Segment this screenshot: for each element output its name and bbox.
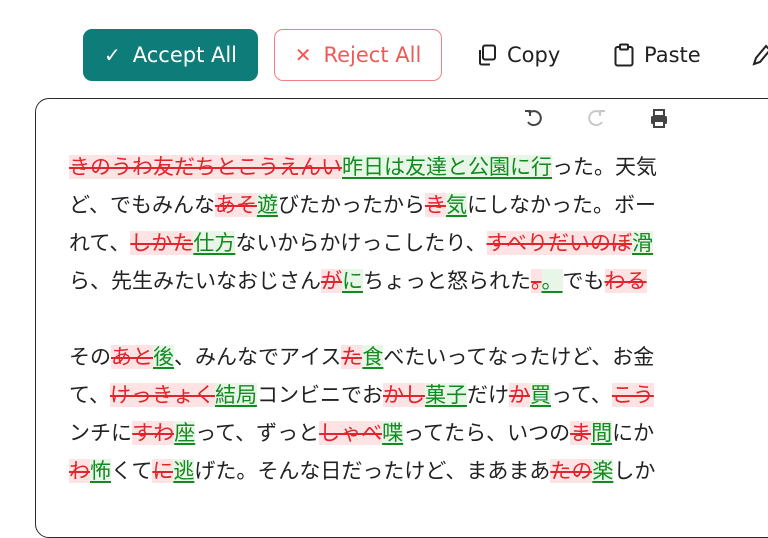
redo-icon [588, 110, 605, 127]
edit-button[interactable] [752, 29, 768, 81]
text-run: にか [612, 421, 655, 445]
check-icon: ✓ [103, 43, 121, 67]
text-run: ンチに [69, 421, 133, 445]
text-run: ってたら、いつの [403, 421, 571, 445]
text-run: げた。そんな日だったけど、まあまあ [194, 459, 551, 483]
undo-icon [525, 110, 542, 127]
insertion[interactable]: 仕方 [193, 231, 236, 255]
text-run: にしなかった。ボー [466, 193, 656, 217]
text-run: って、 [550, 383, 612, 407]
insertion[interactable]: 後 [153, 345, 174, 369]
deletion[interactable]: あそ [214, 193, 257, 217]
insertion[interactable]: 怖 [90, 459, 111, 483]
text-line: ど、でもみんなあそ遊びたかったからき気にしなかった。ボー [69, 186, 768, 224]
insertion[interactable]: 食 [362, 345, 384, 369]
insertion[interactable]: 買 [529, 383, 551, 407]
insertion[interactable]: 楽 [592, 459, 614, 483]
pencil-icon [752, 44, 768, 66]
text-run: しか [613, 459, 656, 483]
text-run: ちょっと怒られた [363, 269, 531, 293]
accept-all-button[interactable]: ✓ Accept All [83, 29, 258, 81]
deletion[interactable]: に [152, 459, 174, 483]
insertion[interactable]: 菓子 [424, 383, 467, 407]
insertion[interactable]: に [342, 269, 363, 293]
reject-all-button[interactable]: ✕ Reject All [274, 29, 442, 81]
clipboard-icon [614, 43, 634, 67]
deletion[interactable]: けっきょく [109, 383, 215, 407]
insertion[interactable]: 逃 [173, 459, 195, 483]
text-run: でも [562, 269, 605, 293]
insertion[interactable]: 。 [541, 269, 563, 293]
deletion[interactable]: きのうわ友だちとこうえんい [69, 155, 342, 179]
copy-button[interactable]: Copy [477, 29, 560, 81]
text-line: きのうわ友だちとこうえんい昨日は友達と公園に行った。天気 [69, 148, 768, 186]
text-run: って、ずっと [195, 421, 320, 445]
deletion[interactable]: か [508, 383, 530, 407]
deletion[interactable]: た [341, 345, 363, 369]
deletion[interactable]: き [424, 193, 446, 217]
deletion[interactable]: わる [604, 269, 647, 293]
text-run: その [69, 345, 111, 369]
copy-icon [479, 44, 496, 66]
copy-label: Copy [507, 43, 561, 67]
deletion[interactable]: しかた [130, 231, 194, 255]
deletion[interactable]: すべりだいのぼ [486, 231, 633, 255]
text-line: れて、しかた仕方ないからかけっこしたり、すべりだいのぼ滑 [69, 224, 768, 262]
document-text[interactable]: きのうわ友だちとこうえんい昨日は友達と公園に行った。天気 ど、でもみんなあそ遊び… [69, 148, 768, 490]
text-run: った。天気 [552, 155, 657, 179]
text-run: れて、 [69, 231, 131, 255]
insertion[interactable]: 結局 [214, 383, 257, 407]
insertion[interactable]: 滑 [632, 231, 654, 255]
text-run: ど、でもみんな [69, 193, 215, 217]
accept-all-label: Accept All [132, 43, 238, 67]
paste-label: Paste [644, 43, 701, 67]
insertion[interactable]: 昨日は友達と公園に行 [342, 155, 552, 179]
close-icon: ✕ [294, 43, 312, 67]
text-run: べたいってなったけど、お金 [383, 345, 655, 369]
text-line: ら、先生みたいなおじさんがにちょっと怒られた。。でもわる [69, 262, 768, 300]
text-run: コンビニでお [256, 383, 383, 407]
deletion[interactable]: こう [611, 383, 654, 407]
reject-all-label: Reject All [323, 43, 422, 67]
insertion[interactable]: 気 [445, 193, 467, 217]
text-run: ないからかけっこしたり、 [235, 231, 487, 255]
text-run: ら、先生みたいなおじさん [69, 269, 321, 293]
text-run: て、 [69, 383, 110, 407]
text-run: 、みんなでアイス [174, 345, 342, 369]
deletion[interactable]: ま [570, 421, 592, 445]
text-line: そのあと後、みんなでアイスた食べたいってなったけど、お金 [69, 338, 768, 376]
deletion[interactable]: しゃべ [319, 421, 383, 445]
text-run: だけ [466, 383, 509, 407]
top-toolbar: ✓ Accept All ✕ Reject All Copy Paste [0, 0, 768, 98]
print-icon [651, 109, 667, 128]
text-line: ンチにすわ座って、ずっとしゃべ喋ってたら、いつのま間にか [69, 414, 768, 452]
deletion[interactable]: かし [382, 383, 425, 407]
insertion[interactable]: 喋 [382, 421, 404, 445]
insertion[interactable]: 座 [174, 421, 196, 445]
text-run: くて [111, 459, 153, 483]
deletion[interactable]: わ [69, 459, 90, 483]
insertion[interactable]: 遊 [256, 193, 278, 217]
deletion[interactable]: が [321, 269, 342, 293]
deletion[interactable]: あと [111, 345, 153, 369]
deletion[interactable]: たの [550, 459, 593, 483]
text-run: びたかったから [277, 193, 425, 217]
deletion[interactable]: すわ [132, 421, 175, 445]
text-line: わ怖くてに逃げた。そんな日だったけど、まあまあたの楽しか [69, 452, 768, 490]
insertion[interactable]: 間 [591, 421, 613, 445]
text-line: て、けっきょく結局コンビニでおかし菓子だけか買って、こう [69, 376, 768, 414]
deletion[interactable]: 。 [531, 269, 542, 293]
paste-button[interactable]: Paste [614, 29, 701, 81]
